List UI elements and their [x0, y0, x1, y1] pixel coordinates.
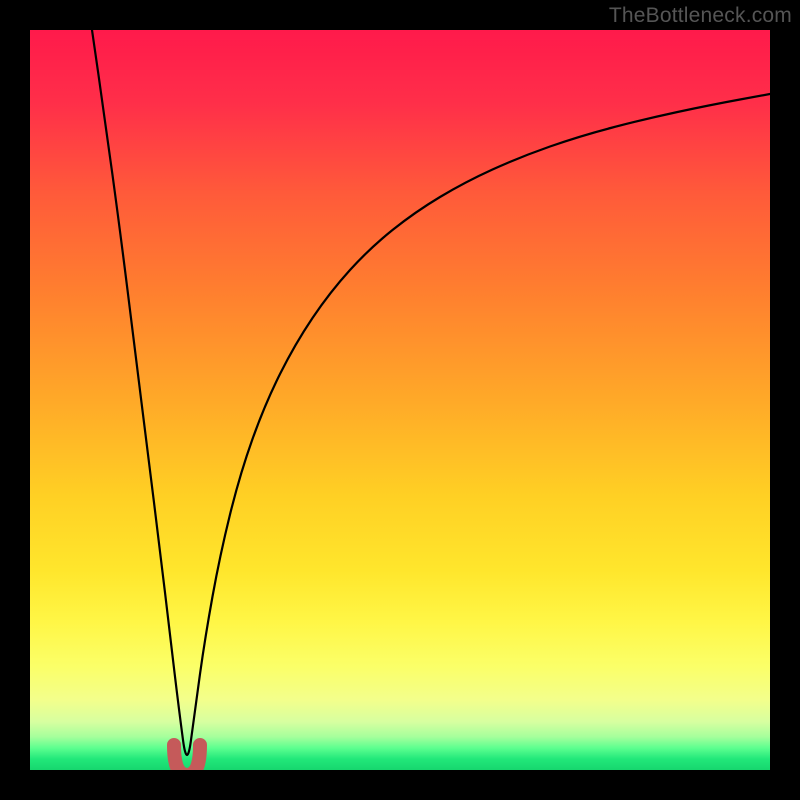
chart-svg	[30, 30, 770, 770]
outer-frame: TheBottleneck.com	[0, 0, 800, 800]
plot-area	[30, 30, 770, 770]
watermark-text: TheBottleneck.com	[609, 4, 792, 28]
